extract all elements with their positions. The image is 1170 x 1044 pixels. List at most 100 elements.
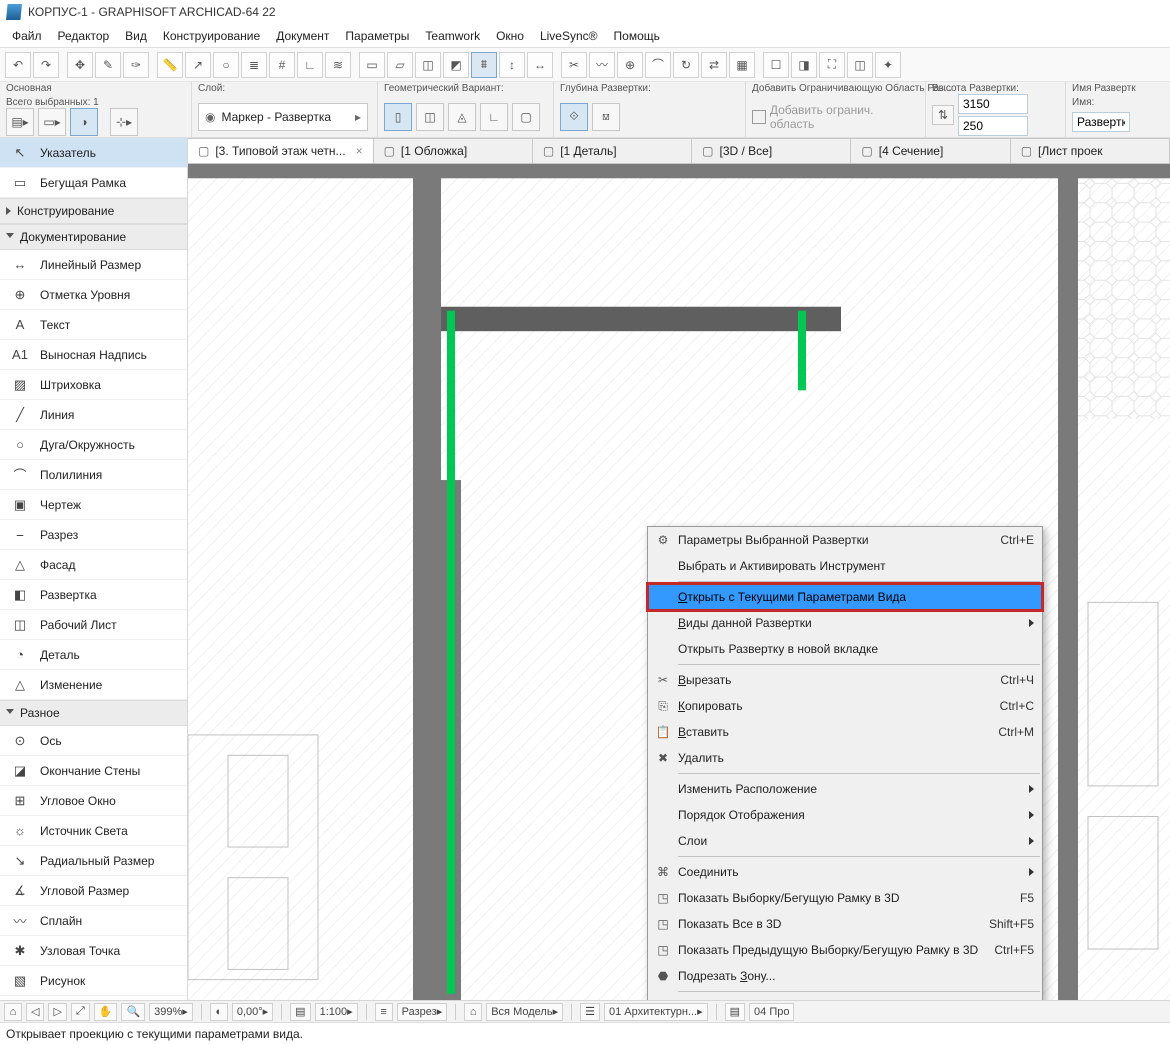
tool-дуга/окружность[interactable]: ○Дуга/Окружность <box>0 430 187 460</box>
geom4-icon[interactable]: ∟ <box>480 103 508 131</box>
layerset-value2[interactable]: 04 Про <box>749 1003 794 1021</box>
menu-файл[interactable]: Файл <box>4 27 50 45</box>
ctx-item[interactable]: Порядок Отображения <box>648 802 1042 828</box>
tool-рисунок[interactable]: ▧Рисунок <box>0 966 187 996</box>
anchor-icon[interactable]: ⊹▸ <box>110 108 138 136</box>
pick-tool-icon[interactable]: ✥ <box>67 52 93 78</box>
tool-изменение[interactable]: △Изменение <box>0 670 187 700</box>
tool-деталь[interactable]: ◔Деталь <box>0 640 187 670</box>
ctx-item[interactable]: Открыть Развертку в новой вкладке <box>648 636 1042 662</box>
misc4-icon[interactable]: ◫ <box>847 52 873 78</box>
zoom-icon[interactable]: ↗ <box>185 52 211 78</box>
type-value[interactable]: Разрез ▸ <box>397 1003 448 1021</box>
ctx-item[interactable]: ◳Показать Все в 3DShift+F5 <box>648 911 1042 937</box>
rot-icon[interactable]: ↻ <box>673 52 699 78</box>
bound-checkbox[interactable] <box>752 110 766 124</box>
tool-ось[interactable]: ⊙Ось <box>0 726 187 756</box>
geom2-icon[interactable]: ◫ <box>416 103 444 131</box>
tool-group-конструирование[interactable]: Конструирование <box>0 198 187 224</box>
tool-штриховка[interactable]: ▨Штриховка <box>0 370 187 400</box>
tool-текст[interactable]: AТекст <box>0 310 187 340</box>
misc1-icon[interactable]: ☐ <box>763 52 789 78</box>
tab-1[interactable]: ▢[1 Обложка] <box>374 138 533 163</box>
angle-icon[interactable]: ∟ <box>297 52 323 78</box>
tool-group-разное[interactable]: Разное <box>0 700 187 726</box>
ctx-item[interactable]: ✎Изменить Согласно ВыбранногоCtrl+Shift+… <box>648 994 1042 1000</box>
depth1-icon[interactable]: ⟐ <box>560 103 588 131</box>
geom5-icon[interactable]: ▢ <box>512 103 540 131</box>
undo-button[interactable]: ↶ <box>5 52 31 78</box>
vc-scale-icon[interactable]: ▤ <box>290 1003 310 1021</box>
ctx-item[interactable]: Слои <box>648 828 1042 854</box>
vc-home-icon[interactable]: ⌂ <box>4 1003 22 1021</box>
tool-радиальный-размер[interactable]: ↘Радиальный Размер <box>0 846 187 876</box>
vc-type-icon[interactable]: ≡ <box>375 1003 393 1021</box>
menu-окно[interactable]: Окно <box>488 27 532 45</box>
tool-угловой-размер[interactable]: ∡Угловой Размер <box>0 876 187 906</box>
tool-линия[interactable]: ╱Линия <box>0 400 187 430</box>
align-icon[interactable]: ≣ <box>241 52 267 78</box>
trace-icon[interactable]: ⩩ <box>471 52 497 78</box>
tool-разрез[interactable]: ⎯Разрез <box>0 520 187 550</box>
ctx-item[interactable]: Выбрать и Активировать Инструмент <box>648 553 1042 579</box>
layerset-value[interactable]: 01 Архитектурн... ▸ <box>604 1003 708 1021</box>
vc-zoom-icon[interactable]: 🔍 <box>121 1003 145 1021</box>
comp-mode1-icon[interactable]: ▤▸ <box>6 108 34 136</box>
view3d-icon[interactable]: ◫ <box>415 52 441 78</box>
ctx-item[interactable]: ✂ВырезатьCtrl+Ч <box>648 667 1042 693</box>
vc-layers-icon[interactable]: ☰ <box>580 1003 600 1021</box>
fillet-icon[interactable]: ⌒ <box>645 52 671 78</box>
tab-4[interactable]: ▢[4 Сечение] <box>851 138 1010 163</box>
offset-icon[interactable]: ≋ <box>325 52 351 78</box>
misc3-icon[interactable]: ⛶ <box>819 52 845 78</box>
tool-полилиния[interactable]: ⌒Полилиния <box>0 460 187 490</box>
mirror-icon[interactable]: ⇄ <box>701 52 727 78</box>
vc-hand-icon[interactable]: ✋ <box>94 1003 118 1021</box>
dim1-icon[interactable]: ↕ <box>499 52 525 78</box>
tab-2[interactable]: ▢[1 Деталь] <box>533 138 692 163</box>
tool-развертка[interactable]: ◧Развертка <box>0 580 187 610</box>
close-icon[interactable]: × <box>356 144 363 158</box>
menu-помощь[interactable]: Помощь <box>606 27 668 45</box>
menu-livesync®[interactable]: LiveSync® <box>532 27 606 45</box>
ctx-item[interactable]: ◳Показать Выборку/Бегущую Рамку в 3DF5 <box>648 885 1042 911</box>
ctx-item[interactable]: ✖Удалить <box>648 745 1042 771</box>
ctx-item[interactable]: ◳Показать Предыдущую Выборку/Бегущую Рам… <box>648 937 1042 963</box>
ctx-item[interactable]: ⎘КопироватьCtrl+C <box>648 693 1042 719</box>
trim-icon[interactable]: 〰 <box>589 52 615 78</box>
tab-0[interactable]: ▢[3. Типовой этаж четн...× <box>188 138 374 163</box>
ruler-icon[interactable]: 📏 <box>157 52 183 78</box>
arc-icon[interactable]: ○ <box>213 52 239 78</box>
vc-end-icon[interactable]: ▤ <box>725 1003 745 1021</box>
height-top-input[interactable] <box>958 94 1028 114</box>
tool-рабочий-лист[interactable]: ◫Рабочий Лист <box>0 610 187 640</box>
grid-icon[interactable]: # <box>269 52 295 78</box>
drawing-canvas[interactable]: ⚙Параметры Выбранной РазверткиCtrl+EВыбр… <box>188 164 1170 1000</box>
menu-teamwork[interactable]: Teamwork <box>417 27 488 45</box>
measure-icon[interactable]: ✎ <box>95 52 121 78</box>
vc-next-icon[interactable]: ▷ <box>48 1003 66 1021</box>
tab-3[interactable]: ▢[3D / Все] <box>692 138 851 163</box>
menu-конструирование[interactable]: Конструирование <box>155 27 268 45</box>
redo-button[interactable]: ↷ <box>33 52 59 78</box>
view3d2-icon[interactable]: ◩ <box>443 52 469 78</box>
tool-указатель[interactable]: ↖Указатель <box>0 138 187 168</box>
layer-dropdown[interactable]: ◉ Маркер - Развертка ▸ <box>198 103 368 131</box>
comp-mode3-icon[interactable]: ◑ <box>70 108 98 136</box>
scale-value[interactable]: 1:100 ▸ <box>315 1003 358 1021</box>
zoom-value[interactable]: 399% ▸ <box>149 1003 193 1021</box>
vc-house-icon[interactable]: ⌂ <box>464 1003 482 1021</box>
rect-icon[interactable]: ▭ <box>359 52 385 78</box>
geom1-icon[interactable]: ▯ <box>384 103 412 131</box>
tab-5[interactable]: ▢[Лист проек <box>1011 138 1170 163</box>
vc-zoomfit-icon[interactable]: ⤢ <box>71 1003 90 1021</box>
vc-prev-icon[interactable]: ◁ <box>26 1003 44 1021</box>
tool-фасад[interactable]: △Фасад <box>0 550 187 580</box>
height-bottom-input[interactable] <box>958 116 1028 136</box>
geom3-icon[interactable]: ◬ <box>448 103 476 131</box>
dim2-icon[interactable]: ↔ <box>527 52 553 78</box>
menu-редактор[interactable]: Редактор <box>50 27 118 45</box>
tool-узловая-точка[interactable]: ✱Узловая Точка <box>0 936 187 966</box>
ctx-item[interactable]: Виды данной Развертки <box>648 610 1042 636</box>
misc5-icon[interactable]: ✦ <box>875 52 901 78</box>
